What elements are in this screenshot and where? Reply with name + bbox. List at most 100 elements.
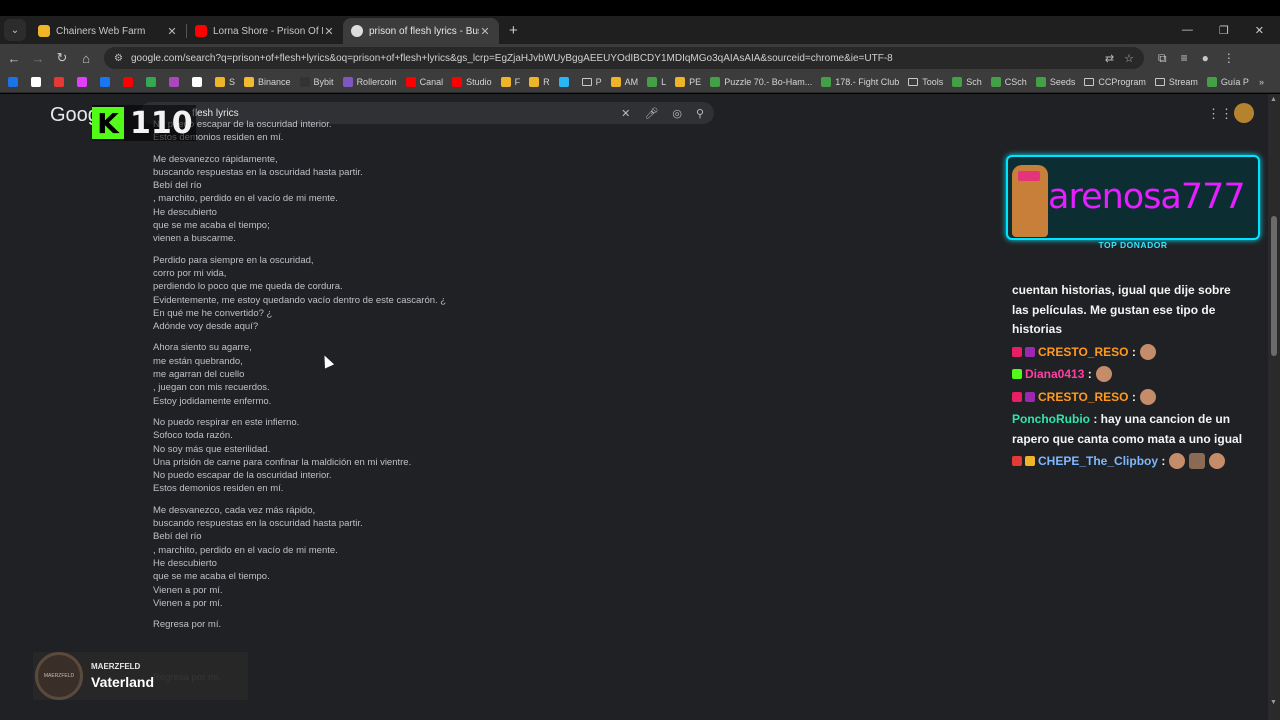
minimize-icon[interactable]: — xyxy=(1182,24,1193,37)
translate-icon[interactable]: ⇄ xyxy=(1105,52,1114,65)
bookmark-favicon-icon xyxy=(215,77,225,87)
scroll-up-icon[interactable]: ▲ xyxy=(1270,96,1277,103)
lyrics-line: Estos demonios residen en mí. xyxy=(153,132,284,144)
lyrics-line: Estoy jodidamente enfermo. xyxy=(153,395,272,407)
bookmark-star-icon[interactable]: ☆ xyxy=(1124,52,1134,65)
bookmark-item[interactable]: P xyxy=(581,77,602,87)
bookmark-item[interactable] xyxy=(146,77,160,87)
clear-icon[interactable]: ✕ xyxy=(621,107,630,120)
bookmark-item[interactable]: Binance xyxy=(244,77,291,87)
lyrics-line: Me desvanezco rápidamente, xyxy=(153,153,278,165)
bookmark-item[interactable] xyxy=(77,77,91,87)
bookmark-item[interactable]: 178.- Fight Club xyxy=(821,77,899,87)
chat-username: CRESTO_RESO xyxy=(1038,389,1129,404)
close-tab-icon[interactable]: ✕ xyxy=(166,25,178,38)
forward-icon[interactable]: → xyxy=(26,51,50,66)
window-controls: — ❐ ✕ xyxy=(1182,24,1280,44)
search-query[interactable]: flesh lyrics xyxy=(192,108,607,119)
media-controls-icon[interactable]: ≡ xyxy=(1181,51,1188,66)
lyrics-line: No soy más que esterilidad. xyxy=(153,443,271,455)
more-bookmarks-icon[interactable]: » xyxy=(1259,77,1280,87)
bookmark-item[interactable]: R xyxy=(529,77,550,87)
search-icon[interactable]: ⚲ xyxy=(696,107,704,120)
bookmark-item[interactable] xyxy=(169,77,183,87)
tab-title: prison of flesh lyrics - Buscar co xyxy=(369,25,479,37)
bookmark-item[interactable]: Stream xyxy=(1154,77,1198,87)
bookmark-favicon-icon xyxy=(299,77,310,87)
extensions-icon[interactable]: ⧉ xyxy=(1158,51,1167,66)
address-bar[interactable]: ⚙ google.com/search?q=prison+of+flesh+ly… xyxy=(104,47,1144,69)
bookmark-item[interactable] xyxy=(123,77,137,87)
bookmark-item[interactable]: Studio xyxy=(452,77,492,87)
bookmark-item[interactable]: PE xyxy=(675,77,701,87)
bookmark-label: Rollercoin xyxy=(356,77,397,87)
bookmark-favicon-icon xyxy=(8,77,18,87)
menu-icon[interactable]: ⋮ xyxy=(1223,51,1235,66)
bookmark-item[interactable]: Sch xyxy=(952,77,982,87)
lyrics-stanza: Perdido para siempre en la oscuridad, cor… xyxy=(153,254,473,334)
bookmark-item[interactable]: Tools xyxy=(908,77,943,87)
bookmark-item[interactable] xyxy=(192,77,206,87)
bookmark-item[interactable]: Seeds xyxy=(1035,77,1075,87)
bookmark-item[interactable] xyxy=(100,77,114,87)
bookmark-item[interactable]: Guía P xyxy=(1206,77,1249,87)
close-window-icon[interactable]: ✕ xyxy=(1255,24,1264,37)
bookmark-item[interactable]: L xyxy=(647,77,666,87)
lyrics-line: Bebí del río xyxy=(153,180,202,192)
account-avatar[interactable] xyxy=(1234,103,1254,123)
bookmark-favicon-icon xyxy=(123,77,133,87)
apps-grid-icon[interactable]: ⋮⋮ xyxy=(1207,106,1233,122)
bookmark-label: Guía P xyxy=(1220,77,1249,87)
chat-username: Diana0413 xyxy=(1025,367,1085,381)
bookmark-item[interactable]: CCProgram xyxy=(1084,77,1146,87)
lyrics-line: Adónde voy desde aquí? xyxy=(153,321,259,333)
folder-icon xyxy=(581,78,592,86)
reload-icon[interactable]: ↻ xyxy=(50,50,74,66)
page-scrollbar[interactable]: ▲ ▼ xyxy=(1268,94,1280,720)
back-icon[interactable]: ← xyxy=(2,51,26,66)
bookmark-item[interactable]: Bybit xyxy=(299,77,334,87)
bookmark-item[interactable] xyxy=(8,77,22,87)
bookmarks-bar: S Binance Bybit Rollercoin Canal Studio F R P AM L… xyxy=(0,72,1280,93)
tab-chainers[interactable]: Chainers Web Farm ✕ xyxy=(30,18,186,44)
bookmark-item[interactable]: AM xyxy=(610,77,638,87)
folder-icon xyxy=(1084,78,1095,86)
bookmark-item[interactable] xyxy=(54,77,68,87)
home-icon[interactable]: ⌂ xyxy=(74,51,98,66)
viewer-count: 110 xyxy=(130,105,193,141)
chat-badge-icon xyxy=(1012,346,1022,357)
lyrics-text: No puedo escapar de la oscuridad interio… xyxy=(153,119,473,693)
tab-youtube[interactable]: Lorna Shore - Prison Of Flesh (O ✕ xyxy=(187,18,343,44)
lyrics-line: He descubierto xyxy=(153,206,217,218)
scrollbar-thumb[interactable] xyxy=(1271,216,1277,356)
bookmark-label: PE xyxy=(689,77,702,87)
lyrics-line: vienen a buscarme. xyxy=(153,233,236,245)
close-tab-icon[interactable]: ✕ xyxy=(479,25,491,38)
restore-icon[interactable]: ❐ xyxy=(1219,24,1229,37)
bookmark-item[interactable]: CSch xyxy=(990,77,1027,87)
chat-message: cuentan historias, igual que dije sobre … xyxy=(1012,281,1248,340)
bookmark-item[interactable] xyxy=(558,77,573,87)
bookmark-item[interactable]: F xyxy=(500,77,520,87)
new-tab-icon[interactable]: + xyxy=(509,22,518,39)
youtube-favicon-icon xyxy=(195,25,207,37)
bookmark-label: Sch xyxy=(966,77,982,87)
lyrics-stanza: No puedo escapar de la oscuridad interio… xyxy=(153,118,473,145)
close-tab-icon[interactable]: ✕ xyxy=(323,25,335,38)
site-info-icon[interactable]: ⚙ xyxy=(114,53,123,64)
lyrics-line: que se me acaba el tiempo. xyxy=(153,571,270,583)
bookmark-item[interactable]: Canal xyxy=(405,77,443,87)
bookmark-item[interactable]: Puzzle 70.- Bo-Ham... xyxy=(710,77,812,87)
bookmark-item[interactable]: S xyxy=(215,77,235,87)
tab-search-button[interactable]: ⌄ xyxy=(4,19,26,41)
lens-icon[interactable]: ◎ xyxy=(672,107,682,120)
bookmark-item[interactable]: Rollercoin xyxy=(342,77,397,87)
bookmark-item[interactable] xyxy=(31,77,45,87)
voice-search-icon[interactable]: 🎤︎ xyxy=(644,107,658,120)
scroll-down-icon[interactable]: ▼ xyxy=(1270,699,1277,706)
tab-google-search[interactable]: prison of flesh lyrics - Buscar co ✕ xyxy=(343,18,499,44)
profile-icon[interactable]: ● xyxy=(1202,51,1209,66)
bookmark-favicon-icon xyxy=(54,77,64,87)
lyrics-line: Ahora siento su agarre, xyxy=(153,342,252,354)
bookmark-label: Tools xyxy=(922,77,944,87)
